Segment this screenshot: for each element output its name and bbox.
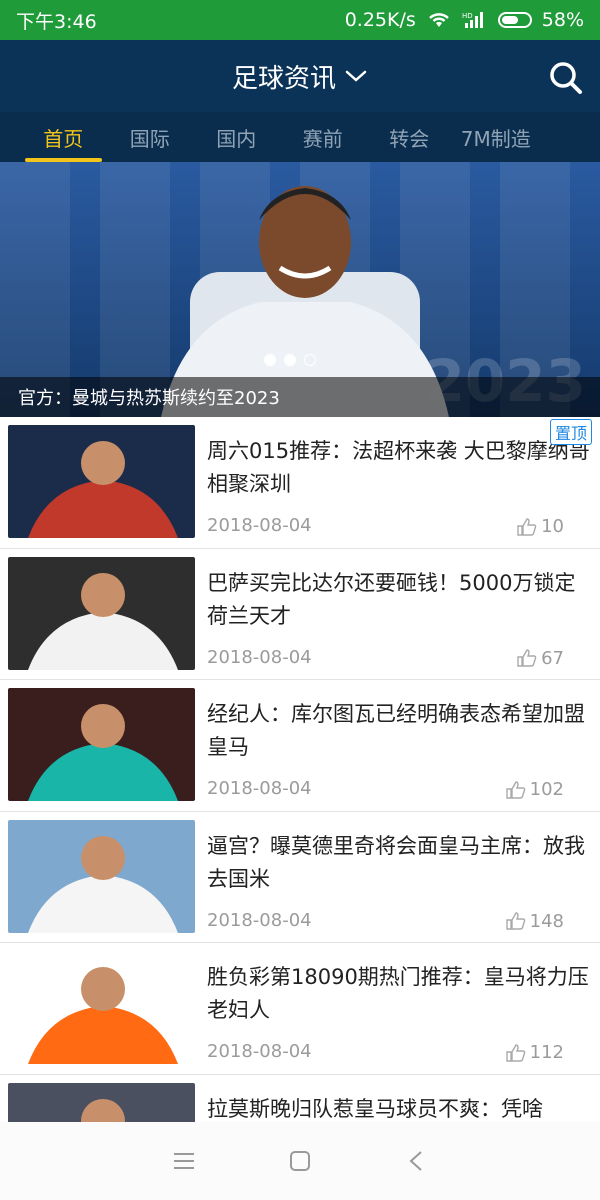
- battery: 58%: [497, 9, 584, 31]
- like-counter[interactable]: 10: [517, 516, 564, 537]
- category-tabs: 首页 国际 国内 赛前 转会 7M制造: [0, 112, 600, 162]
- network-speed: 0.25K/s: [344, 9, 416, 31]
- like-count: 10: [541, 516, 564, 537]
- system-nav-bar: [0, 1122, 600, 1200]
- page-title: 足球资讯: [231, 63, 336, 94]
- like-count: 148: [529, 910, 564, 932]
- tab-2[interactable]: 国内: [193, 112, 280, 162]
- search-icon[interactable]: [548, 60, 584, 96]
- news-title: 拉莫斯晚归队惹皇马球员不爽：凭啥: [207, 1096, 543, 1121]
- tab-3[interactable]: 赛前: [280, 112, 367, 162]
- like-count: 67: [541, 647, 564, 669]
- home-button[interactable]: [288, 1149, 312, 1173]
- pager-dot: [284, 354, 296, 366]
- svg-text:HD: HD: [462, 12, 473, 20]
- news-date: 2018-08-04: [207, 515, 312, 536]
- thumbs-up-icon: [505, 1043, 525, 1062]
- news-title: 逼宫？曝莫德里奇将会面皇马主席：放我去国米: [207, 833, 585, 891]
- banner-caption: 官方：曼城与热苏斯续约至2023: [0, 377, 600, 417]
- news-list: 周六015推荐：法超杯来袭 大巴黎摩纳哥相聚深圳 2018-08-04 10 置顶巴萨…: [0, 417, 600, 1122]
- news-title: 巴萨买完比达尔还要砸钱！5000万锁定荷兰天才: [207, 570, 576, 628]
- news-date: 2018-08-04: [207, 778, 312, 799]
- news-date: 2018-08-04: [207, 909, 312, 931]
- pager-dot: [304, 354, 316, 366]
- like-counter[interactable]: 148: [505, 910, 564, 932]
- news-date: 2018-08-04: [207, 1041, 312, 1062]
- thumbs-up-icon: [505, 912, 525, 930]
- thumbs-up-icon: [517, 649, 537, 667]
- menu-button[interactable]: [172, 1149, 196, 1173]
- news-item[interactable]: 巴萨买完比达尔还要砸钱！5000万锁定荷兰天才 2018-08-04 67: [0, 549, 600, 680]
- battery-percent: 58%: [541, 9, 584, 31]
- news-title: 周六015推荐：法超杯来袭 大巴黎摩纳哥相聚深圳: [207, 439, 590, 496]
- news-title: 胜负彩第18090期热门推荐：皇马将力压老妇人: [207, 965, 589, 1022]
- signal-icon: HD: [462, 12, 483, 28]
- news-thumbnail: [8, 425, 195, 538]
- news-item[interactable]: 经纪人：库尔图瓦已经明确表态希望加盟皇马 2018-08-04 102: [0, 680, 600, 812]
- news-thumbnail: [8, 951, 195, 1064]
- news-thumbnail: [8, 819, 195, 933]
- status-time: 下午3:46: [16, 10, 97, 33]
- like-count: 112: [529, 1042, 564, 1063]
- banner-pager: [264, 354, 316, 366]
- app-header: 足球资讯: [0, 40, 600, 112]
- tab-0[interactable]: 首页: [20, 112, 107, 162]
- menu-icon: [174, 1153, 194, 1169]
- tab-4[interactable]: 转会: [366, 112, 453, 162]
- featured-banner[interactable]: 2023 官方：曼城与热苏斯续约至2023: [0, 162, 600, 417]
- battery-icon: [497, 12, 532, 28]
- channel-selector[interactable]: 足球资讯: [232, 58, 368, 95]
- like-count: 102: [529, 779, 564, 800]
- home-icon: [290, 1151, 310, 1171]
- news-date: 2018-08-04: [207, 646, 312, 668]
- like-counter[interactable]: 112: [505, 1042, 564, 1063]
- news-item[interactable]: 胜负彩第18090期热门推荐：皇马将力压老妇人 2018-08-04 112: [0, 943, 600, 1075]
- news-item[interactable]: 逼宫？曝莫德里奇将会面皇马主席：放我去国米 2018-08-04 148: [0, 812, 600, 943]
- news-title: 经纪人：库尔图瓦已经明确表态希望加盟皇马: [207, 702, 585, 759]
- news-thumbnail: [8, 688, 195, 801]
- status-bar: 下午3:46 0.25K/s HD 58%: [0, 0, 600, 40]
- pinned-badge: 置顶: [549, 419, 592, 445]
- tab-5[interactable]: 7M制造: [453, 112, 540, 162]
- wifi-icon: [428, 13, 449, 27]
- back-icon: [409, 1151, 422, 1171]
- like-counter[interactable]: 102: [505, 779, 564, 800]
- like-counter[interactable]: 67: [517, 648, 564, 669]
- chevron-down-icon: [345, 70, 367, 82]
- news-item[interactable]: 拉莫斯晚归队惹皇马球员不爽：凭啥: [0, 1075, 600, 1122]
- thumbs-up-icon: [517, 517, 537, 536]
- thumbs-up-icon: [505, 780, 525, 799]
- news-thumbnail: [8, 556, 195, 670]
- back-button[interactable]: [404, 1149, 428, 1173]
- tab-1[interactable]: 国际: [107, 112, 194, 162]
- news-item[interactable]: 周六015推荐：法超杯来袭 大巴黎摩纳哥相聚深圳 2018-08-04 10 置顶: [0, 417, 600, 549]
- pager-dot: [264, 354, 276, 366]
- news-thumbnail: [8, 1082, 195, 1122]
